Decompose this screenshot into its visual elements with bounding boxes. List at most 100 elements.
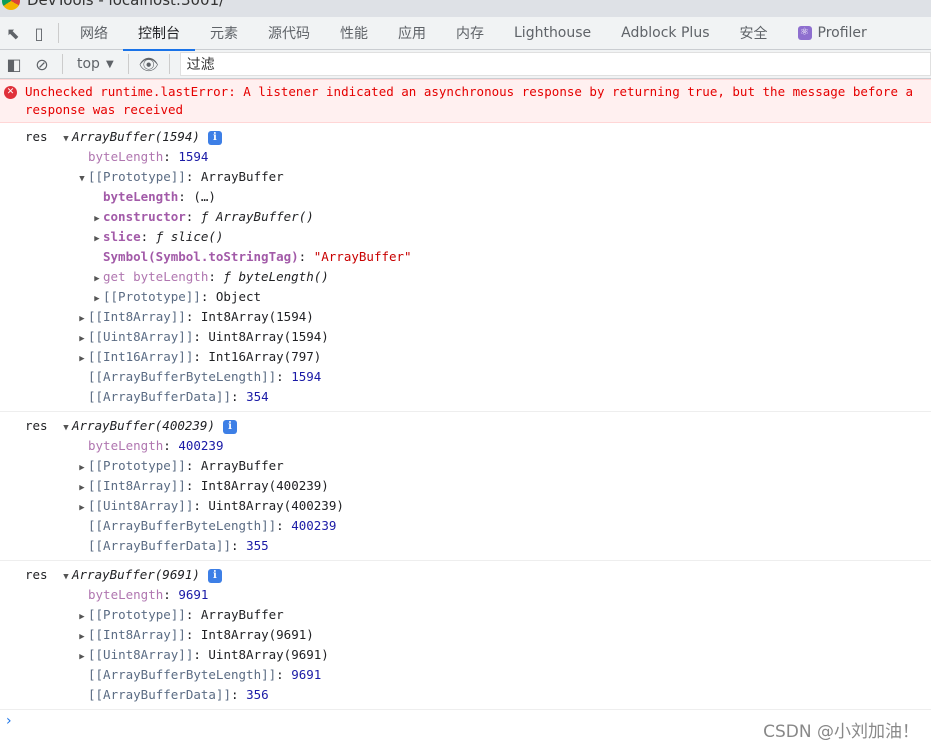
object-property-row[interactable]: ▶ [[Int8Array]]: Int8Array(9691) — [0, 625, 931, 645]
object-property-row[interactable]: ▶ [[Prototype]]: ArrayBuffer — [0, 605, 931, 625]
log-label: res — [25, 567, 48, 582]
value-part: byteLength — [88, 149, 164, 164]
value-part: [[ArrayBufferData]] — [88, 687, 231, 702]
value-part: Symbol(Symbol.toStringTag) — [103, 249, 299, 264]
tab-label: 控制台 — [138, 26, 180, 42]
value-part: 9691 — [291, 667, 322, 682]
divider — [127, 54, 129, 74]
value-part: 1594 — [291, 369, 322, 384]
prompt-chevron-icon: › — [6, 713, 12, 729]
value-part: ArrayBuffer(400239) — [72, 418, 215, 433]
divider — [62, 54, 63, 74]
tab-6[interactable]: 内存 — [441, 17, 499, 50]
value-part: : — [276, 667, 292, 682]
console-log-entry: res ▼ ArrayBuffer(1594) i byteLength: 1594 ▼[… — [0, 123, 931, 412]
live-expression-eye-icon[interactable]: 👁 — [135, 51, 163, 77]
tab-7[interactable]: Lighthouse — [499, 17, 606, 50]
collapsed-triangle-icon: ▶ — [79, 463, 85, 473]
sidebar-toggle-icon[interactable]: ◧ — [0, 51, 28, 77]
value-part: 400239 — [178, 438, 224, 453]
tab-label: Profiler — [817, 25, 867, 41]
value-part: ArrayBuffer(9691) — [72, 567, 200, 582]
object-property-row[interactable]: ▶ [[Uint8Array]]: Uint8Array(1594) — [0, 327, 931, 347]
watermark: CSDN @小刘加油！ — [763, 722, 919, 742]
object-property-row[interactable]: ▶ slice: ƒ slice() — [0, 227, 931, 247]
value-part: get byteLength — [103, 269, 209, 284]
console-toolbar: ◧ ⊘ top ▼ 👁 — [0, 50, 931, 79]
object-property-row[interactable]: ▶ [[Prototype]]: Object — [0, 287, 931, 307]
object-property-row: [[ArrayBufferByteLength]]: 9691 — [0, 665, 931, 685]
value-part: [[ArrayBufferData]] — [88, 538, 231, 553]
tab-4[interactable]: 性能 — [325, 17, 383, 50]
object-property-row[interactable]: ▶ [[Uint8Array]]: Uint8Array(400239) — [0, 496, 931, 516]
value-part: [[Uint8Array]] — [88, 647, 194, 662]
object-property-row[interactable]: ▶ get byteLength: ƒ byteLength() — [0, 267, 931, 287]
divider — [58, 23, 59, 43]
value-part: [[Prototype]] — [88, 607, 186, 622]
tab-9[interactable]: 安全 — [725, 17, 783, 50]
object-property-row[interactable]: ▶ [[Int8Array]]: Int8Array(400239) — [0, 476, 931, 496]
value-part: : — [163, 587, 179, 602]
value-part: : ArrayBuffer — [185, 607, 284, 622]
value-part: [[ArrayBufferByteLength]] — [88, 518, 277, 533]
object-property-row[interactable]: ▶ [[Int8Array]]: Int8Array(1594) — [0, 307, 931, 327]
value-part: : — [231, 389, 247, 404]
value-part: 1594 — [178, 149, 209, 164]
value-part: : — [276, 369, 292, 384]
value-part: : — [231, 687, 247, 702]
value-part: 356 — [246, 687, 269, 702]
value-part: byteLength — [88, 438, 164, 453]
value-part: : Uint8Array(400239) — [193, 498, 344, 513]
value-part: [[Int8Array]] — [88, 627, 186, 642]
value-part: [[Prototype]] — [88, 169, 186, 184]
object-property-row: byteLength: 9691 — [0, 585, 931, 605]
value-part: 400239 — [291, 518, 337, 533]
value-part: ƒ ArrayBuffer() — [200, 209, 314, 224]
collapsed-triangle-icon: ▶ — [94, 294, 100, 304]
object-property-row: [[ArrayBufferByteLength]]: 400239 — [0, 516, 931, 536]
object-property-row[interactable]: ▼ [[Prototype]]: ArrayBuffer — [0, 167, 931, 187]
tab-3[interactable]: 源代码 — [253, 17, 325, 50]
value-part: : — [163, 149, 179, 164]
window-titlebar: DevTools - localhost:3001/ — [0, 0, 931, 17]
collapsed-triangle-icon: ▶ — [79, 354, 85, 364]
info-icon[interactable]: i — [207, 568, 222, 583]
tab-10[interactable]: ⚛ Profiler — [783, 17, 882, 50]
object-property-row[interactable]: res ▼ ArrayBuffer(400239) i — [0, 416, 931, 436]
tab-label: 元素 — [210, 26, 238, 42]
object-property-row[interactable]: res ▼ ArrayBuffer(1594) i — [0, 127, 931, 147]
object-property-row: byteLength: 400239 — [0, 436, 931, 456]
tab-8[interactable]: Adblock Plus — [606, 17, 724, 50]
value-part: : Int8Array(400239) — [185, 478, 329, 493]
object-property-row[interactable]: ▶ [[Uint8Array]]: Uint8Array(9691) — [0, 645, 931, 665]
tab-2[interactable]: 元素 — [195, 17, 253, 50]
object-property-row[interactable]: ▶ [[Int16Array]]: Int16Array(797) — [0, 347, 931, 367]
device-toolbar-icon[interactable]: ▯ — [26, 17, 52, 50]
tab-0[interactable]: 网络 — [65, 17, 123, 50]
value-part: : ArrayBuffer — [185, 169, 284, 184]
value-part: : — [163, 438, 179, 453]
info-icon[interactable]: i — [223, 419, 237, 434]
inspect-element-icon[interactable]: ⬉ — [0, 17, 26, 50]
log-label: res — [25, 129, 48, 144]
clear-console-icon[interactable]: ⊘ — [28, 51, 56, 77]
devtools-tabbar: ⬉ ▯ 网络 控制台 元素 源代码 性能 应用 内存 Lighthouse Adblock Pl… — [0, 17, 931, 51]
value-part: [[ArrayBufferByteLength]] — [88, 369, 277, 384]
collapsed-triangle-icon: ▶ — [79, 652, 85, 662]
tab-label: 应用 — [398, 26, 426, 42]
object-property-row[interactable]: ▶ [[Prototype]]: ArrayBuffer — [0, 456, 931, 476]
tab-1[interactable]: 控制台 — [123, 17, 195, 51]
error-icon: ✕ — [4, 86, 17, 99]
object-property-row[interactable]: ▶ constructor: ƒ ArrayBuffer() — [0, 207, 931, 227]
value-part: [[Int8Array]] — [88, 309, 186, 324]
info-icon[interactable]: i — [207, 130, 222, 145]
caret-down-icon: ▼ — [105, 58, 114, 70]
object-property-row[interactable]: res ▼ ArrayBuffer(9691) i — [0, 565, 931, 585]
value-part: "ArrayBuffer" — [313, 249, 412, 264]
collapsed-triangle-icon: ▶ — [94, 274, 100, 284]
context-selector[interactable]: top ▼ — [69, 56, 122, 72]
tab-5[interactable]: 应用 — [383, 17, 441, 50]
expanded-triangle-icon: ▼ — [63, 134, 69, 144]
filter-input[interactable] — [179, 52, 931, 76]
value-part: : — [276, 518, 292, 533]
